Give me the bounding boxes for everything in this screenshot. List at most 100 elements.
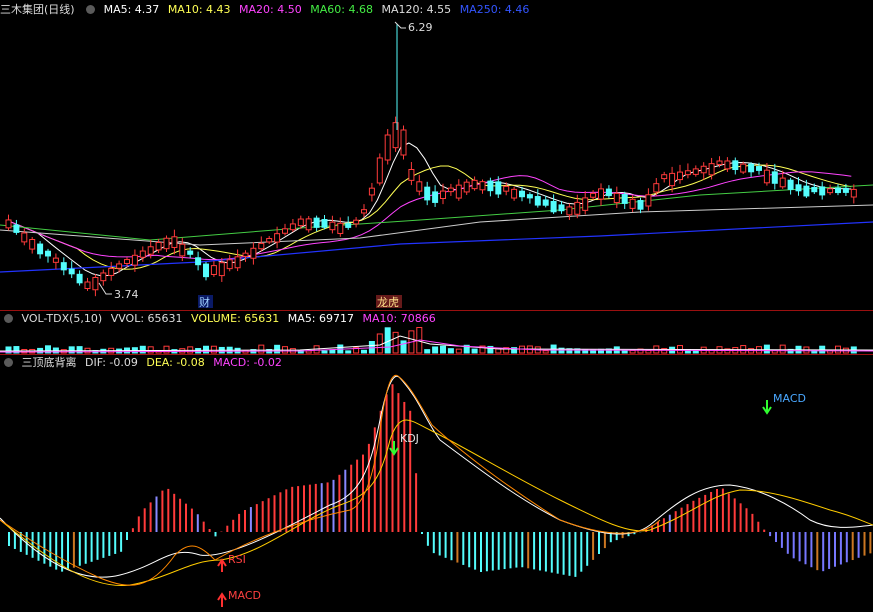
- candle: [645, 194, 652, 207]
- macd-histogram-bar: [468, 532, 471, 568]
- candle: [171, 236, 178, 248]
- macd-histogram-bar: [409, 410, 412, 532]
- macd-buy-signal[interactable]: MACD: [217, 589, 261, 607]
- candle: [629, 198, 636, 209]
- candle: [116, 263, 123, 269]
- macd-histogram-bar: [308, 484, 311, 532]
- stock-title[interactable]: 三木集团(日线): [0, 3, 75, 16]
- candle: [368, 187, 375, 196]
- macd-histogram-bar: [497, 532, 500, 570]
- signal-text: MACD: [773, 392, 806, 405]
- candle: [566, 206, 573, 216]
- macd-histogram-bar: [456, 532, 459, 563]
- candle: [345, 223, 352, 228]
- macd-histogram-bar: [84, 532, 87, 564]
- macd-histogram-bar: [338, 474, 341, 532]
- macd-histogram-bar: [303, 485, 305, 532]
- macd-histogram-bar: [344, 469, 347, 532]
- indicator-name[interactable]: 三顶底背离: [22, 356, 77, 369]
- candle: [613, 192, 620, 204]
- macd-histogram-bar: [114, 532, 117, 554]
- candle: [329, 221, 336, 231]
- macd-histogram-bar: [592, 532, 595, 560]
- macd-histogram-bar: [108, 532, 111, 556]
- signal-text: MACD: [228, 589, 261, 602]
- macd-histogram-bar: [503, 532, 506, 570]
- candle: [653, 183, 660, 193]
- macd-label: DEA: -0.08: [146, 356, 205, 369]
- macd-histogram-bar: [273, 495, 276, 532]
- candle: [5, 219, 12, 229]
- candle: [440, 190, 446, 200]
- candle: [708, 163, 715, 176]
- macd-histogram-bar: [232, 519, 235, 532]
- panel-menu-dot-icon[interactable]: [4, 358, 13, 367]
- macd-histogram-bar: [37, 532, 40, 561]
- candle: [210, 265, 217, 275]
- macd-histogram-bar: [214, 532, 217, 537]
- panel-menu-dot-icon[interactable]: [4, 314, 13, 323]
- macd-histogram-bar: [438, 532, 441, 556]
- candle: [179, 243, 186, 257]
- candle: [558, 204, 565, 212]
- down-arrow-icon: [762, 400, 772, 415]
- volume-bar: [147, 346, 154, 354]
- candle: [416, 181, 423, 192]
- candle: [479, 181, 486, 191]
- candle: [163, 237, 170, 250]
- macd-histogram-bar: [179, 498, 182, 532]
- macd-histogram-bar: [757, 521, 760, 532]
- macd-histogram-bar: [161, 490, 164, 532]
- candle: [740, 163, 747, 173]
- finance-marker[interactable]: 财: [198, 295, 213, 309]
- macd-histogram-bar: [544, 532, 547, 572]
- macd-panel[interactable]: [0, 374, 873, 587]
- volume-bar: [210, 345, 217, 354]
- stock-chart-canvas[interactable]: 6.29 3.74 财 龙虎 RSI MACD KDJ MACD: [0, 0, 873, 612]
- macd-sell-signal[interactable]: MACD: [762, 392, 806, 415]
- signal-text: RSI: [228, 553, 246, 566]
- volume-bar: [645, 350, 652, 354]
- candle: [187, 250, 194, 255]
- macd-histogram-bar: [450, 532, 453, 561]
- price-panel[interactable]: [0, 24, 873, 297]
- candle: [45, 250, 51, 257]
- candle: [605, 188, 612, 197]
- macd-histogram-bar: [739, 503, 742, 532]
- panel-menu-dot-icon[interactable]: [86, 5, 96, 14]
- macd-histogram-bar: [733, 498, 736, 532]
- macd-histogram-bar: [839, 532, 842, 565]
- candle: [203, 263, 209, 278]
- candle: [155, 242, 162, 251]
- candle: [337, 222, 344, 234]
- macd-histogram-bar: [426, 532, 429, 546]
- macd-histogram-bar: [173, 493, 176, 532]
- candle: [84, 281, 91, 290]
- volume-bar: [258, 344, 265, 354]
- volume-panel[interactable]: [0, 327, 873, 354]
- candle: [621, 194, 628, 204]
- candle: [511, 188, 518, 199]
- macd-histogram-bar: [267, 498, 270, 532]
- candle: [321, 219, 328, 228]
- macd-histogram-bar: [704, 494, 707, 532]
- volume-bar: [203, 345, 209, 354]
- vol-label[interactable]: VOL-TDX(5,10): [22, 312, 103, 325]
- macd-histogram-bar: [131, 528, 134, 532]
- macd-histogram-bar: [869, 532, 872, 554]
- volume-bar: [440, 345, 446, 354]
- candle: [574, 201, 581, 215]
- macd-histogram-bar: [102, 532, 105, 558]
- candle: [384, 134, 391, 161]
- volume-bar: [495, 348, 502, 354]
- volume-bar: [621, 350, 628, 354]
- candle: [297, 218, 304, 227]
- longhu-marker[interactable]: 龙虎: [376, 295, 402, 309]
- macd-histogram-bar: [769, 532, 772, 537]
- candle: [108, 267, 115, 276]
- signal-line: [0, 374, 661, 586]
- volume-bar: [345, 350, 352, 354]
- candle: [763, 169, 770, 184]
- macd-histogram-bar: [662, 518, 665, 532]
- macd-histogram-bar: [509, 532, 512, 569]
